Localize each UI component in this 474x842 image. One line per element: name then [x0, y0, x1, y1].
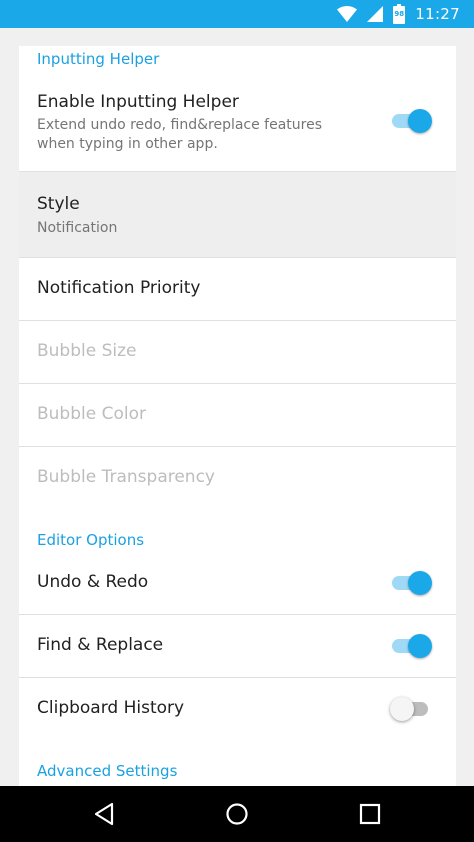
recents-icon: [359, 803, 381, 825]
battery-icon: 98: [393, 4, 406, 24]
setting-title: Enable Inputting Helper: [37, 92, 239, 112]
setting-enable-inputting-helper[interactable]: Enable Inputting Helper Extend undo redo…: [19, 74, 456, 172]
home-button[interactable]: [221, 798, 253, 830]
setting-find-replace[interactable]: Find & Replace: [19, 615, 456, 678]
setting-summary-line1: Extend undo redo, find&replace features: [37, 117, 323, 133]
clipboard-history-switch[interactable]: [390, 697, 432, 721]
setting-title: Bubble Color: [37, 404, 146, 424]
setting-title: Find & Replace: [37, 635, 164, 655]
setting-title: Clipboard History: [37, 698, 185, 718]
setting-title: Style: [37, 194, 80, 214]
back-icon: [94, 802, 114, 826]
setting-style[interactable]: Style Notification: [19, 172, 456, 258]
setting-title: Bubble Transparency: [37, 467, 215, 487]
enable-inputting-helper-switch[interactable]: [392, 109, 432, 133]
signal-icon: [367, 6, 384, 22]
setting-bubble-color[interactable]: Bubble Color: [19, 384, 456, 447]
setting-clipboard-history[interactable]: Clipboard History: [19, 678, 456, 741]
setting-bubble-transparency[interactable]: Bubble Transparency: [19, 447, 456, 510]
section-header-advanced-settings: Advanced Settings: [37, 762, 178, 780]
setting-title: Bubble Size: [37, 341, 137, 361]
home-icon: [226, 803, 248, 825]
setting-bubble-size[interactable]: Bubble Size: [19, 321, 456, 384]
status-icons: 98 11:27: [337, 0, 460, 28]
undo-redo-switch[interactable]: [392, 571, 432, 595]
setting-notification-priority[interactable]: Notification Priority: [19, 258, 456, 321]
wifi-icon: [337, 6, 358, 22]
find-replace-switch[interactable]: [392, 634, 432, 658]
setting-summary: Notification: [37, 220, 118, 236]
battery-level: 98: [394, 10, 405, 18]
back-button[interactable]: [88, 798, 120, 830]
status-time: 11:27: [415, 5, 460, 23]
settings-list[interactable]: Inputting Helper Enable Inputting Helper…: [0, 28, 474, 786]
section-header-editor-options: Editor Options: [37, 531, 145, 549]
section-header-inputting-helper: Inputting Helper: [37, 50, 160, 68]
recents-button[interactable]: [354, 798, 386, 830]
navigation-bar: [0, 786, 474, 842]
setting-summary-line2: when typing in other app.: [37, 136, 218, 152]
setting-title: Undo & Redo: [37, 572, 149, 592]
setting-undo-redo[interactable]: Undo & Redo: [19, 550, 456, 615]
status-bar: 98 11:27: [0, 0, 474, 28]
setting-title: Notification Priority: [37, 278, 201, 298]
